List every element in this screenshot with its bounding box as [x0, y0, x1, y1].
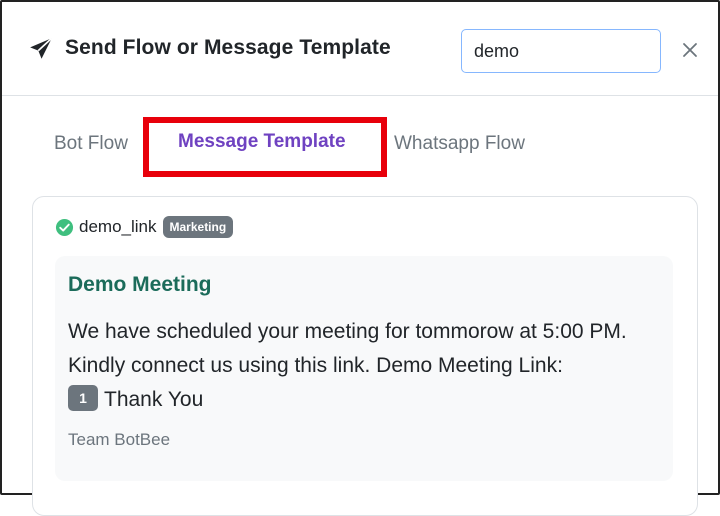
modal-title: Send Flow or Message Template	[65, 36, 391, 59]
preview-body: We have scheduled your meeting for tommo…	[68, 315, 668, 417]
check-circle-icon	[55, 218, 74, 236]
preview-footer: Team BotBee	[68, 430, 171, 449]
modal-header: Send Flow or Message Template	[2, 2, 718, 96]
category-badge: Marketing	[162, 216, 234, 238]
tab-bar: Bot Flow Message Template Whatsapp Flow	[2, 117, 718, 177]
preview-title: Demo Meeting	[68, 273, 212, 296]
template-name: demo_link	[79, 217, 157, 236]
send-template-modal: Send Flow or Message Template Bot Flow M…	[0, 0, 720, 516]
tab-whatsapp-flow[interactable]: Whatsapp Flow	[394, 133, 525, 155]
tab-bot-flow[interactable]: Bot Flow	[54, 133, 128, 155]
preview-body-text: We have scheduled your meeting for tommo…	[68, 320, 627, 377]
send-icon	[30, 37, 53, 59]
template-card[interactable]: demo_link Marketing Demo Meeting We have…	[32, 196, 698, 516]
preview-body-closing: Thank You	[104, 388, 204, 411]
close-icon[interactable]	[678, 38, 702, 62]
template-header: demo_link Marketing	[55, 214, 234, 240]
message-preview: Demo Meeting We have scheduled your meet…	[55, 256, 673, 481]
search-input[interactable]	[461, 29, 661, 73]
tab-message-template[interactable]: Message Template	[178, 131, 346, 153]
variable-chip: 1	[68, 385, 98, 412]
